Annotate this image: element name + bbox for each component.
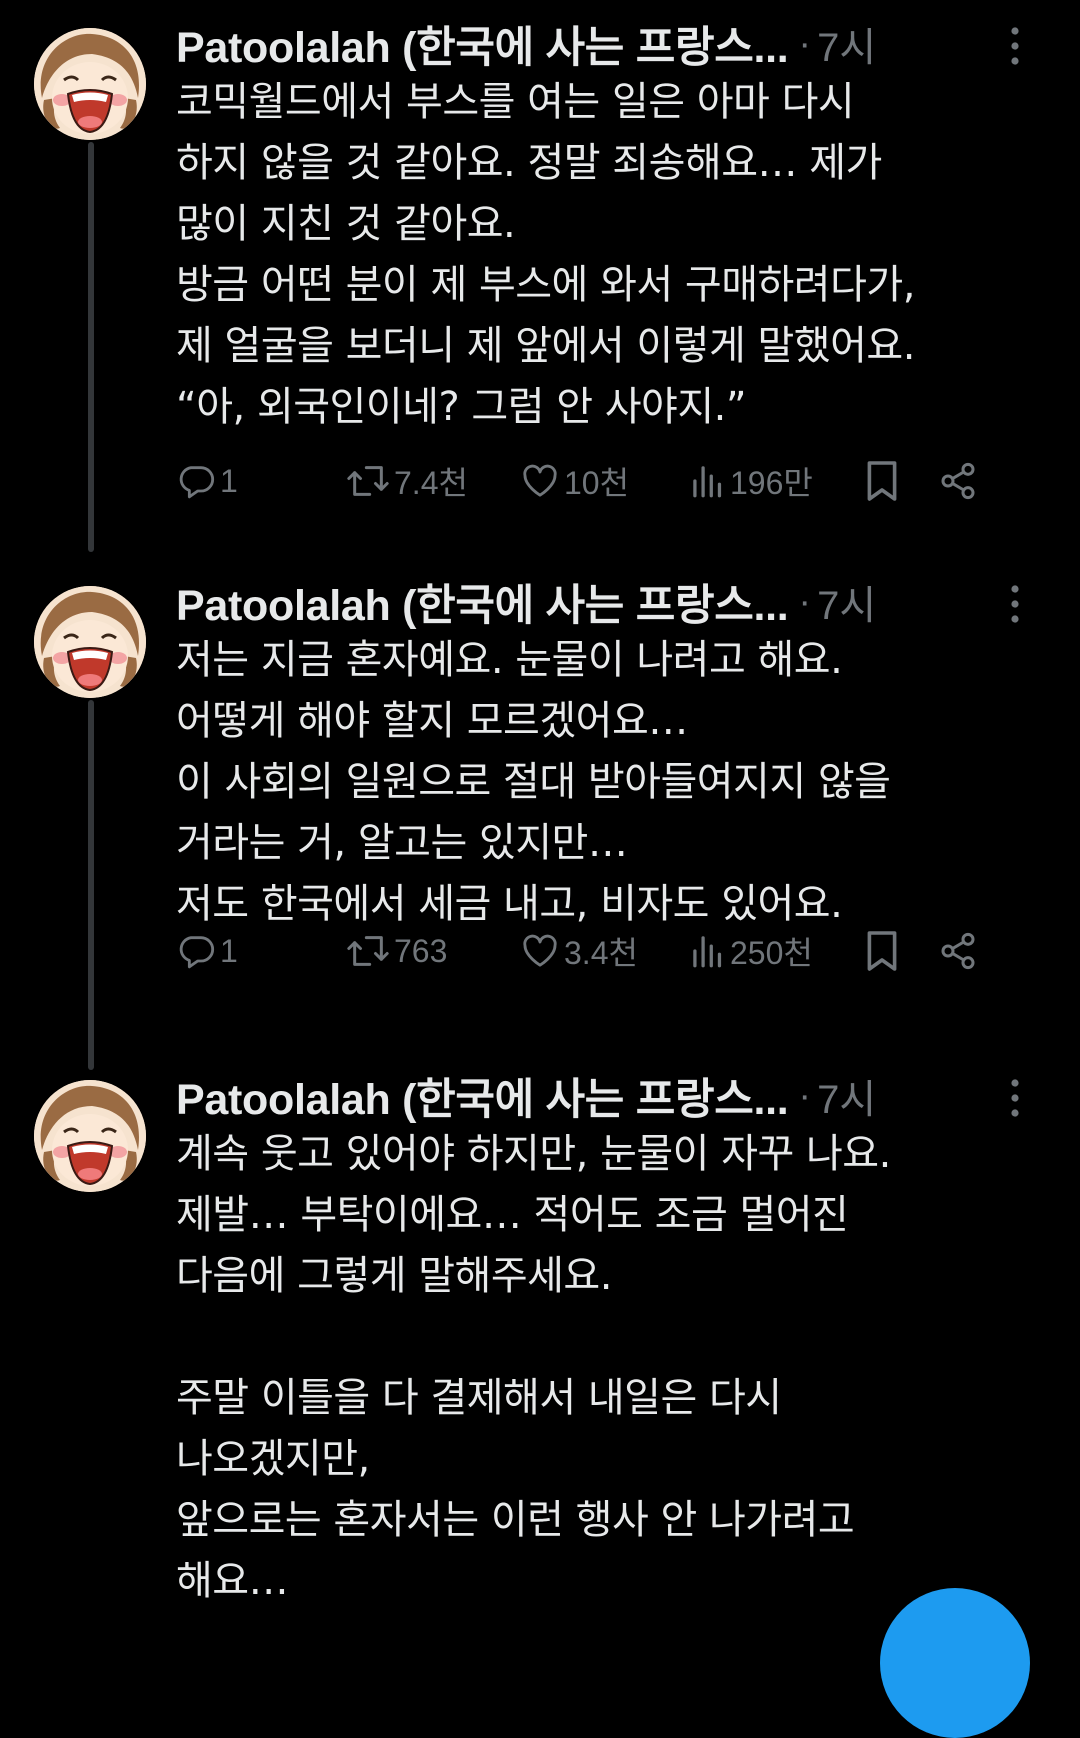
more-options-icon[interactable] — [1010, 584, 1020, 624]
tweet-text: 계속 웃고 있어야 하지만, 눈물이 자꾸 나요. 제발… 부탁이에요… 적어도… — [176, 1131, 891, 1604]
heart-icon — [523, 464, 557, 497]
views-count: 250천 — [730, 935, 813, 971]
share-icon — [941, 462, 975, 500]
views-button[interactable]: 196만 — [690, 456, 813, 506]
tweet-header: Patoolalah (한국에 사는 프랑스... · 7시 — [176, 572, 1036, 632]
more-options-icon[interactable] — [1010, 26, 1020, 66]
timestamp[interactable]: 7시 — [817, 15, 876, 73]
avatar[interactable] — [34, 28, 146, 140]
bookmark-icon — [867, 461, 897, 501]
tweet-header: Patoolalah (한국에 사는 프랑스... · 7시 — [176, 1066, 1036, 1126]
views-icon — [693, 936, 722, 968]
reply-count: 1 — [220, 932, 238, 969]
like-count: 10천 — [564, 465, 630, 501]
views-icon — [693, 466, 722, 498]
share-button[interactable] — [938, 926, 978, 976]
tweet[interactable]: Patoolalah (한국에 사는 프랑스... · 7시 계속 웃고 있어야… — [0, 1066, 1080, 1646]
separator-dot: · — [798, 1074, 812, 1117]
views-button[interactable]: 250천 — [690, 926, 813, 976]
author-name[interactable]: Patoolalah (한국에 사는 프랑스... — [176, 571, 789, 633]
cartoon-avatar-icon — [34, 586, 146, 698]
bookmark-icon — [867, 931, 897, 971]
reply-button[interactable]: 1 — [176, 456, 238, 506]
views-count: 196만 — [730, 465, 813, 501]
share-icon — [941, 932, 975, 970]
tweet[interactable]: Patoolalah (한국에 사는 프랑스... · 7시 저는 지금 혼자예… — [0, 572, 1080, 1032]
repost-count: 7.4천 — [394, 465, 468, 501]
tweet-text: 저는 지금 혼자예요. 눈물이 나려고 해요. 어떻게 해야 할지 모르겠어요…… — [176, 637, 891, 927]
reply-icon — [179, 936, 214, 969]
reply-count: 1 — [220, 462, 238, 499]
cartoon-avatar-icon — [34, 28, 146, 140]
repost-icon — [347, 936, 389, 966]
tweet-text: 코믹월드에서 부스를 여는 일은 아마 다시 하지 않을 것 같아요. 정말 죄… — [176, 79, 915, 430]
avatar[interactable] — [34, 586, 146, 698]
bookmark-button[interactable] — [864, 456, 900, 506]
repost-count: 763 — [394, 932, 448, 969]
repost-button[interactable]: 7.4천 — [346, 456, 468, 506]
separator-dot: · — [798, 580, 812, 623]
bookmark-button[interactable] — [864, 926, 900, 976]
avatar[interactable] — [34, 1080, 146, 1192]
like-count: 3.4천 — [564, 935, 638, 971]
separator-dot: · — [798, 22, 812, 65]
repost-button[interactable]: 763 — [346, 926, 447, 976]
timestamp[interactable]: 7시 — [817, 573, 876, 631]
heart-icon — [523, 934, 557, 967]
more-options-icon[interactable] — [1010, 1078, 1020, 1118]
author-name[interactable]: Patoolalah (한국에 사는 프랑스... — [176, 13, 789, 75]
reply-icon — [179, 466, 214, 499]
reply-button[interactable]: 1 — [176, 926, 238, 976]
tweet[interactable]: Patoolalah (한국에 사는 프랑스... · 7시 코믹월드에서 부스… — [0, 14, 1080, 534]
repost-icon — [347, 466, 389, 496]
author-name[interactable]: Patoolalah (한국에 사는 프랑스... — [176, 1065, 789, 1127]
tweet-header: Patoolalah (한국에 사는 프랑스... · 7시 — [176, 14, 1036, 74]
timestamp[interactable]: 7시 — [817, 1067, 876, 1125]
action-bar: 1 7.4천 10천 196만 — [176, 456, 1046, 506]
share-button[interactable] — [938, 456, 978, 506]
like-button[interactable]: 3.4천 — [520, 926, 638, 976]
action-bar: 1 763 3.4천 250천 — [176, 926, 1046, 976]
cartoon-avatar-icon — [34, 1080, 146, 1192]
compose-fab[interactable] — [880, 1588, 1030, 1738]
like-button[interactable]: 10천 — [520, 456, 629, 506]
